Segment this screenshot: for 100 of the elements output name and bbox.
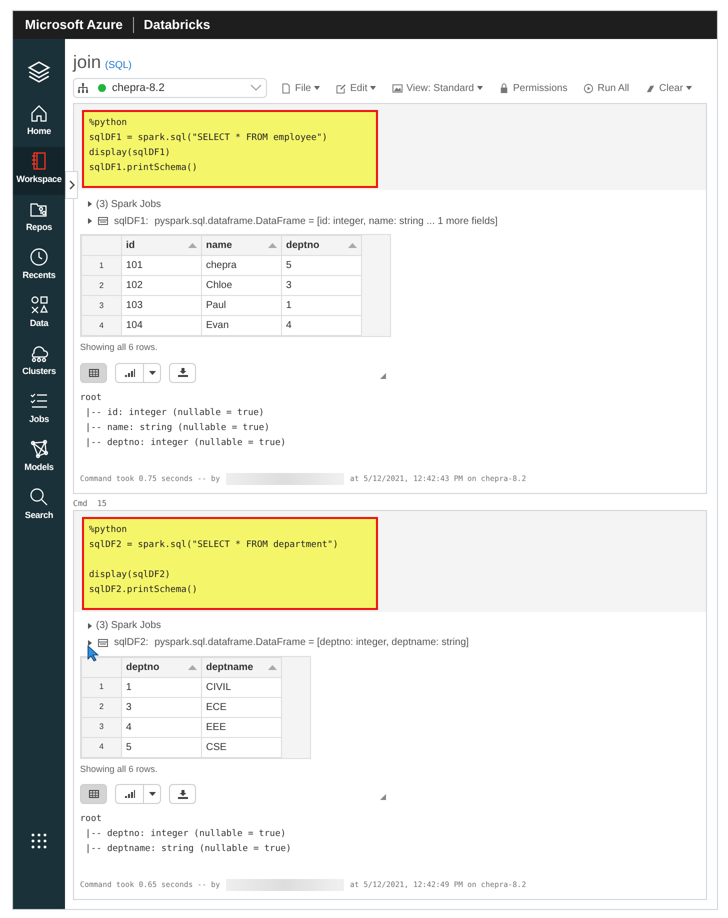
code-line: display(sqlDF2) (89, 568, 170, 582)
resize-handle-icon[interactable] (380, 372, 386, 378)
caret-down-icon (148, 370, 156, 374)
spark-jobs-toggle[interactable]: (3) Spark Jobs (96, 618, 162, 633)
code-editor[interactable]: %python sqlDF2 = spark.sql("SELECT * FROM department") display(sqlDF2) sqlDF2.printSchema() (82, 516, 378, 610)
language-label: (SQL) (105, 59, 132, 73)
bar-chart-icon (124, 790, 134, 798)
table-cell: 3 (282, 276, 362, 296)
chart-view-button[interactable] (115, 362, 161, 382)
toolbar-button[interactable]: Clear (645, 80, 692, 96)
code-editor[interactable]: %python sqlDF1 = spark.sql("SELECT * FROM employee") display(sqlDF1) sqlDF1.printSchema() (82, 110, 378, 188)
play-icon (583, 82, 594, 94)
file-icon (281, 82, 292, 94)
row-number: 4 (82, 737, 122, 757)
row-number: 1 (82, 677, 122, 697)
table-cell: 1 (282, 296, 362, 316)
column-header[interactable]: id (126, 238, 135, 253)
lock-icon (499, 82, 510, 94)
cluster-icon (78, 83, 88, 93)
sidebar-toggle[interactable] (65, 171, 78, 199)
row-number: 3 (82, 296, 122, 316)
sidebar-item[interactable]: Home (13, 99, 65, 147)
schema-line: root (80, 392, 102, 404)
download-icon (178, 368, 188, 377)
expand-triangle-icon[interactable] (88, 218, 92, 224)
dataframe-type: pyspark.sql.dataframe.DataFrame = [id: integer, name: string ... 1 more fields] (154, 214, 498, 228)
spark-jobs-toggle[interactable]: (3) Spark Jobs (96, 196, 162, 212)
table-cell: 3 (122, 697, 202, 717)
row-number: 2 (82, 697, 122, 717)
download-button[interactable] (169, 362, 196, 382)
home-icon (29, 103, 49, 123)
chevron-down-icon (250, 84, 262, 92)
cluster-name: chepra-8.2 (112, 80, 166, 96)
row-number: 1 (82, 256, 122, 276)
brand-name: Microsoft Azure (25, 16, 123, 34)
clock-icon (29, 247, 49, 267)
table-cell: 4 (122, 717, 202, 737)
schema-line: |-- deptname: string (nullable = true) (84, 843, 292, 856)
row-number: 4 (82, 316, 122, 336)
chevron-right-icon (68, 180, 74, 190)
sidebar-item[interactable]: Workspace (13, 147, 65, 195)
table-view-button[interactable] (80, 362, 107, 382)
download-icon (178, 790, 188, 798)
caret-down-icon (314, 86, 320, 90)
schema-line: root (80, 813, 102, 826)
table-cell: 5 (122, 737, 202, 757)
image-icon (392, 82, 404, 94)
row-number: 2 (82, 276, 122, 296)
layers-logo-icon[interactable] (26, 59, 52, 85)
schema-line: |-- deptno: integer (nullable = true) (84, 436, 286, 450)
sidebar-item[interactable]: Jobs (13, 387, 65, 435)
table-view-button[interactable] (80, 784, 107, 804)
table-icon (88, 368, 98, 376)
row-number: 3 (82, 717, 122, 737)
apps-grid-icon[interactable] (31, 833, 47, 849)
caret-down-icon (686, 86, 692, 90)
table-schema-icon (98, 217, 108, 225)
chart-view-button[interactable] (115, 784, 161, 804)
product-name: Databricks (144, 16, 210, 34)
table-cell: 104 (122, 316, 202, 336)
bar-chart-icon (124, 368, 134, 376)
toolbar-button[interactable]: Permissions (499, 80, 568, 96)
toolbar-button[interactable]: Run All (583, 80, 630, 96)
table-schema-icon (98, 638, 108, 646)
table-cell: 102 (122, 276, 202, 296)
dataframe-name: sqlDF2: (114, 636, 148, 650)
table-cell: 4 (282, 316, 362, 336)
table-cell: chepra (202, 256, 282, 276)
toolbar-button[interactable]: View: Standard (392, 80, 483, 96)
network-icon (29, 439, 49, 459)
code-line: sqlDF2.printSchema() (89, 584, 198, 596)
mouse-cursor-icon (87, 645, 99, 662)
sidebar-item[interactable]: Data (13, 291, 65, 339)
caret-down-icon (370, 86, 376, 90)
cluster-select[interactable]: chepra-8.2 (73, 78, 267, 98)
table-cell: ECE (202, 697, 282, 717)
code-line: sqlDF1.printSchema() (89, 162, 198, 175)
code-line: display(sqlDF1) (89, 147, 170, 160)
code-line: sqlDF1 = spark.sql("SELECT * FROM employee") (89, 132, 328, 145)
table-cell: 5 (282, 256, 362, 276)
notebook-title: join (73, 51, 102, 74)
resize-handle-icon[interactable] (380, 794, 386, 800)
edit-icon (336, 82, 348, 94)
sidebar-item[interactable]: Search (13, 483, 65, 531)
sidebar-item[interactable]: Repos (13, 195, 65, 243)
toolbar-button[interactable]: File (281, 80, 320, 96)
table-cell: Paul (202, 296, 282, 316)
download-button[interactable] (169, 784, 196, 804)
row-count: Showing all 6 rows. (80, 341, 158, 354)
code-line: %python (89, 117, 127, 130)
expand-triangle-icon[interactable] (88, 622, 92, 628)
expand-triangle-icon[interactable] (88, 640, 92, 646)
table-cell: EEE (202, 717, 282, 737)
table-cell: 103 (122, 296, 202, 316)
expand-triangle-icon[interactable] (88, 201, 92, 207)
search-icon (29, 487, 49, 507)
sidebar-item[interactable]: Recents (13, 243, 65, 291)
sidebar-item[interactable]: Clusters (13, 339, 65, 387)
toolbar-button[interactable]: Edit (336, 80, 376, 96)
sidebar-item[interactable]: Models (13, 435, 65, 483)
